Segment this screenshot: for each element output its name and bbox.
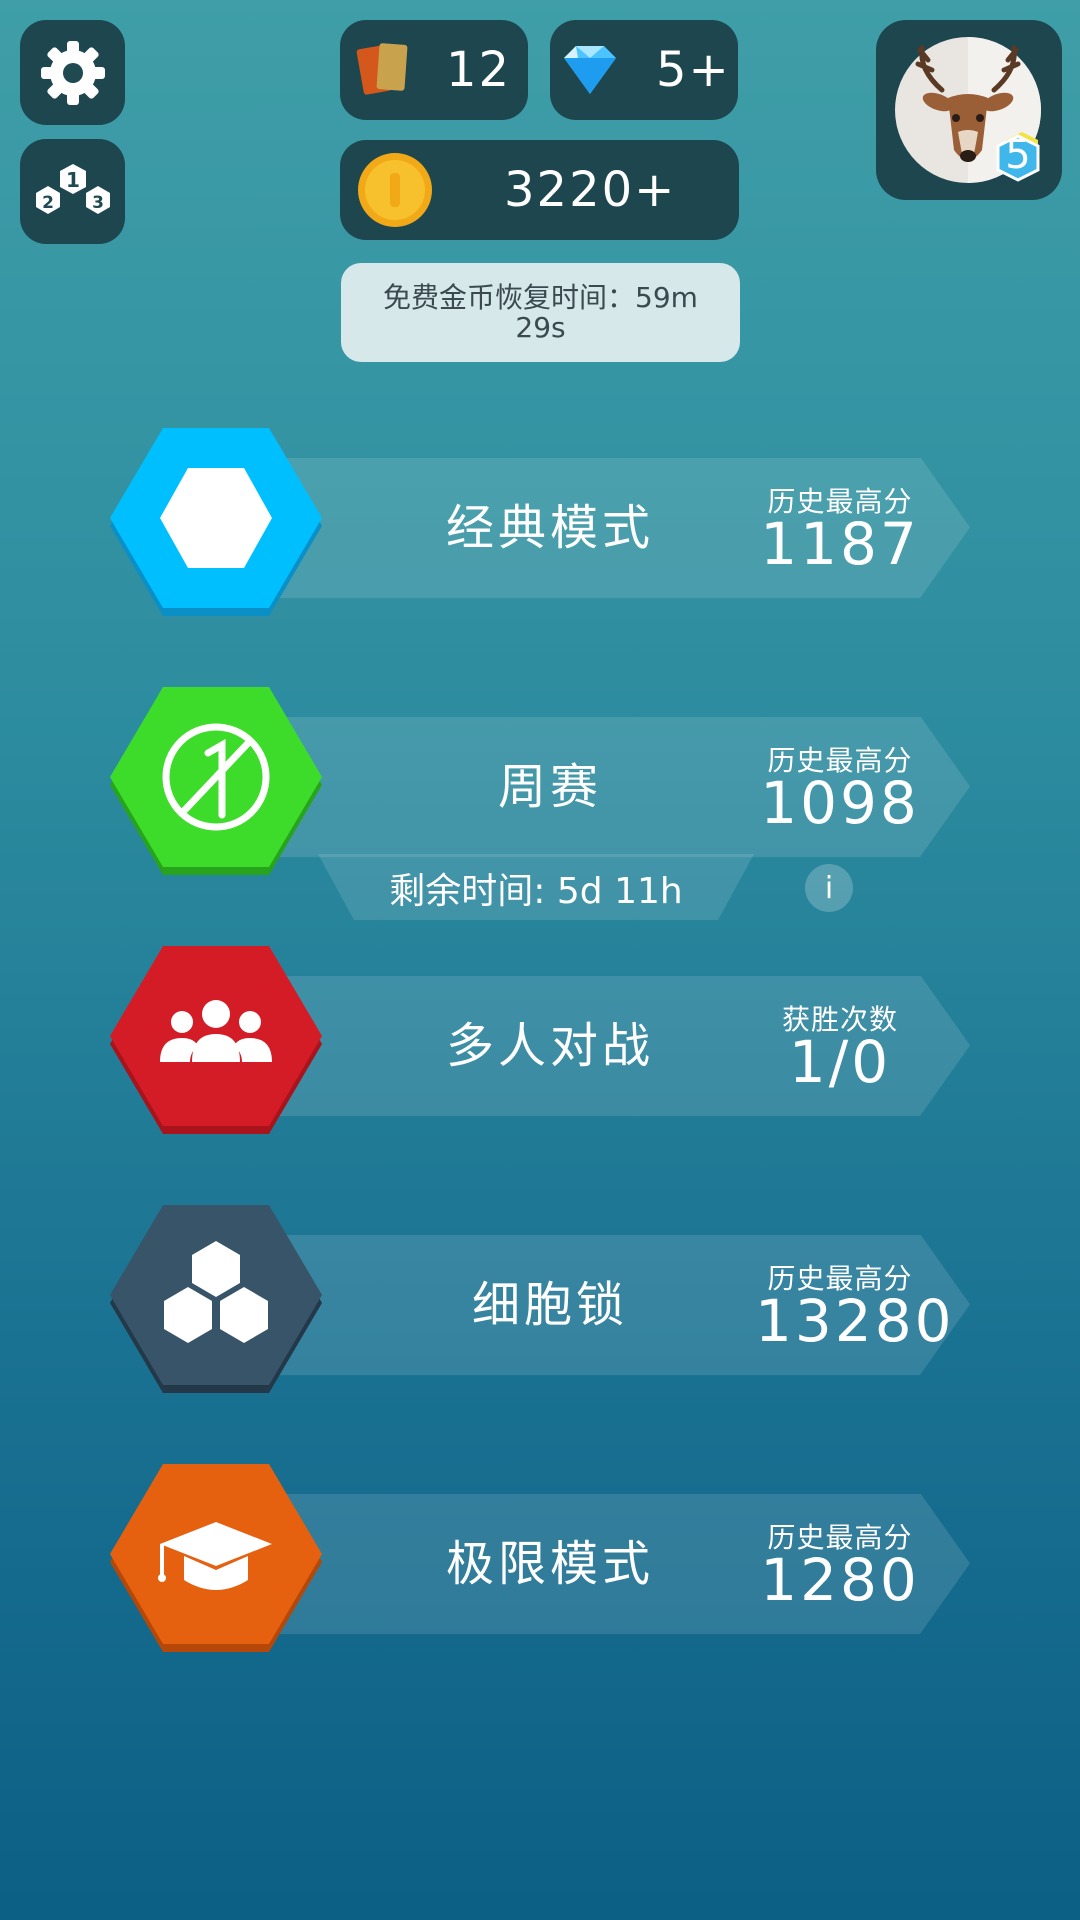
mode-stat-value: 1098	[760, 769, 920, 837]
weekly-mode-icon-bg	[110, 687, 322, 875]
mode-title: 多人对战	[445, 1018, 654, 1074]
mode-title: 极限模式	[445, 1536, 654, 1592]
mode-extreme-button[interactable]: 极限模式 历史最高分 1280	[110, 1464, 970, 1654]
diamond-icon	[564, 46, 616, 94]
mode-weekly-button[interactable]: 周赛 历史最高分 1098	[110, 687, 970, 877]
mode-multiplayer-button[interactable]: 多人对战 获胜次数 1/0	[110, 946, 970, 1136]
coin-icon	[358, 153, 432, 227]
weekly-info-button[interactable]: i	[805, 864, 853, 912]
mode-stat-value: 13280	[755, 1287, 955, 1355]
gems-count: 5+	[656, 42, 731, 98]
avatar	[895, 37, 1041, 183]
player-level-badge: 5	[1005, 132, 1031, 178]
free-coin-timer-line2: 29s	[515, 310, 566, 344]
gems-counter[interactable]: 5+	[550, 20, 738, 120]
svg-text:1: 1	[66, 168, 80, 192]
mode-classic-button[interactable]: 经典模式 历史最高分 1187	[110, 428, 970, 618]
mode-stat-value: 1280	[760, 1546, 920, 1614]
mode-title: 细胞锁	[471, 1277, 628, 1333]
profile-button[interactable]: 5	[876, 20, 1062, 200]
svg-text:2: 2	[42, 193, 54, 213]
mode-title: 周赛	[497, 759, 602, 815]
ranking-icon: 1 2 3	[35, 163, 110, 214]
mode-cell-lock-button[interactable]: 细胞锁 历史最高分 13280	[110, 1205, 970, 1395]
mode-stat-value: 1187	[760, 510, 920, 578]
extreme-mode-icon-bg	[110, 1464, 322, 1652]
coins-count: 3220+	[504, 162, 677, 218]
cards-icon	[356, 43, 408, 95]
mode-title: 经典模式	[445, 500, 654, 556]
svg-text:3: 3	[92, 193, 104, 213]
cards-counter[interactable]: 12	[340, 20, 528, 120]
leaderboard-button[interactable]: 1 2 3	[20, 139, 125, 244]
cards-count: 12	[446, 42, 512, 98]
free-coin-timer-line1: 免费金币恢复时间：59m	[383, 280, 698, 314]
classic-mode-icon-bg	[110, 428, 322, 616]
gear-icon	[40, 40, 105, 105]
coins-counter[interactable]: 3220+	[340, 140, 739, 240]
multiplayer-mode-icon-bg	[110, 946, 322, 1134]
free-coin-timer: 免费金币恢复时间：59m 29s	[341, 263, 740, 362]
mode-stat-value: 1/0	[788, 1028, 892, 1096]
settings-button[interactable]	[20, 20, 125, 125]
cell-lock-mode-icon-bg	[110, 1205, 322, 1393]
weekly-remaining-time: 剩余时间: 5d 11h	[389, 871, 683, 912]
